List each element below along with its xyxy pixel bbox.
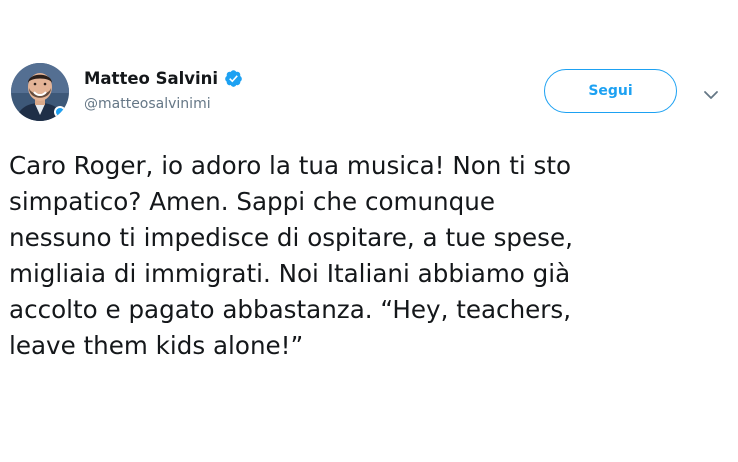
follow-button[interactable]: Segui xyxy=(544,69,677,113)
user-handle[interactable]: @matteosalvinimi xyxy=(84,96,211,112)
avatar[interactable] xyxy=(11,63,69,121)
verified-badge-icon xyxy=(224,69,243,88)
tweet-text-line: Caro Roger, io adoro la tua musica! Non … xyxy=(9,151,572,180)
tweet-text-line: nessuno ti impedisce di ospitare, a tue … xyxy=(9,223,573,252)
tweet-text-line: simpatico? Amen. Sappi che comunque xyxy=(9,187,495,216)
follow-button-label: Segui xyxy=(588,83,633,99)
tweet-text-line: migliaia di immigrati. Noi Italiani abbi… xyxy=(9,259,571,288)
user-name[interactable]: Matteo Salvini xyxy=(84,69,218,88)
tweet-text: Caro Roger, io adoro la tua musica! Non … xyxy=(9,148,727,364)
chevron-down-icon[interactable] xyxy=(703,86,719,99)
tweet-text-line: leave them kids alone!” xyxy=(9,331,304,360)
tweet-card: Matteo Salvini @matteosalvinimi Segui Ca… xyxy=(0,0,738,462)
tweet-text-line: accolto e pagato abbastanza. “Hey, teach… xyxy=(9,295,572,324)
avatar-image xyxy=(11,63,69,121)
user-name-row: Matteo Salvini xyxy=(84,66,243,90)
